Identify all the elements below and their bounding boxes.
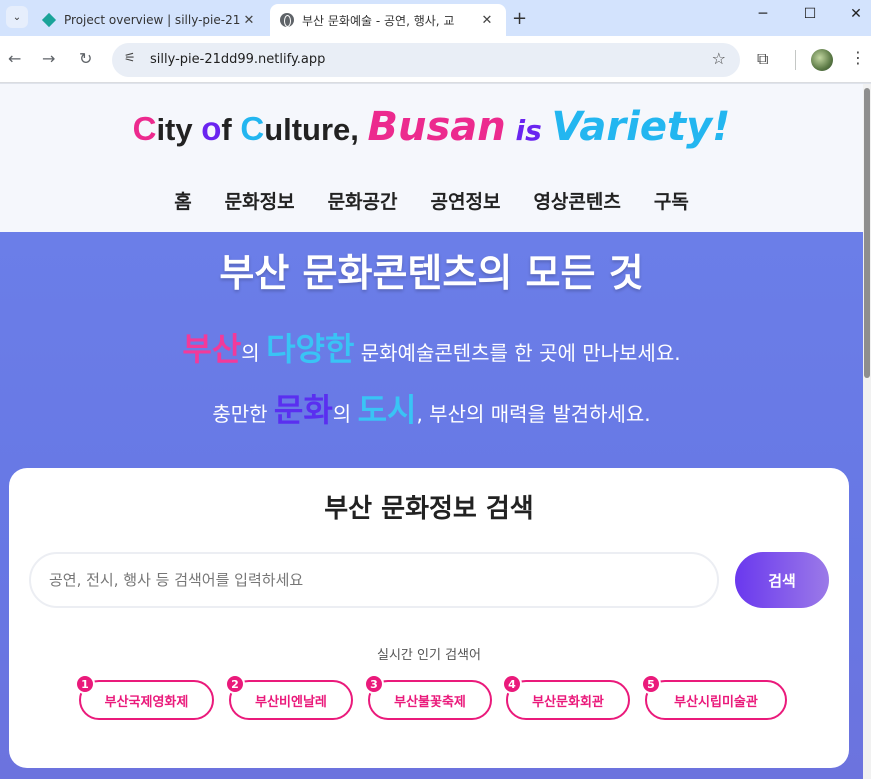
- highlight-word: 부산: [182, 330, 242, 368]
- search-card: 부산 문화정보 검색 검색 실시간 인기 검색어 1 부산국제영화제 2 부산비…: [9, 468, 849, 768]
- reload-icon[interactable]: ↻: [79, 49, 92, 68]
- forward-arrow-icon[interactable]: →: [42, 49, 55, 68]
- hero-title: 부산 문화콘텐츠의 모든 것: [219, 251, 644, 295]
- scrollbar-thumb[interactable]: [864, 88, 870, 378]
- logo-letter: C: [240, 110, 265, 147]
- tagline-text: 의: [241, 341, 267, 365]
- new-tab-button[interactable]: +: [512, 8, 527, 29]
- site-header: City of Culture, Busan is Variety! 홈 문화정…: [0, 84, 863, 232]
- nav-culture-info[interactable]: 문화정보: [225, 187, 295, 214]
- popular-searches-label: 실시간 인기 검색어: [377, 648, 481, 663]
- rank-badge: 4: [502, 674, 522, 694]
- minimize-button[interactable]: ─: [743, 6, 783, 22]
- rank-badge: 3: [364, 674, 384, 694]
- hero-tagline-1: 부산의 다양한 문화예술콘텐츠를 한 곳에 만나보세요.: [0, 324, 863, 370]
- tag-label: 부산문화회관: [532, 694, 604, 710]
- logo-letter: o: [201, 110, 222, 147]
- tagline-text: 의: [332, 402, 358, 426]
- search-title: 부산 문화정보 검색: [324, 494, 534, 524]
- tagline-text: 충만한: [212, 402, 274, 426]
- popular-tag-4[interactable]: 4 부산문화회관: [502, 674, 630, 720]
- tag-label: 부산시립미술관: [674, 694, 758, 710]
- rank-badge: 1: [75, 674, 95, 694]
- globe-favicon-icon: [280, 13, 294, 27]
- browser-toolbar: ← → ↻ ⚟ silly-pie-21dd99.netlify.app ☆ ⧉…: [0, 36, 871, 83]
- browser-menu-icon[interactable]: ⋮: [850, 48, 866, 67]
- close-window-button[interactable]: ✕: [836, 6, 871, 22]
- toolbar-divider: [795, 50, 796, 70]
- bookmark-star-icon[interactable]: ☆: [712, 49, 726, 68]
- nav-home[interactable]: 홈: [174, 187, 191, 214]
- popular-tag-2[interactable]: 2 부산비엔날레: [225, 674, 353, 720]
- logo-busan: Busan: [367, 104, 506, 150]
- logo-letter: C: [132, 110, 157, 147]
- back-arrow-icon[interactable]: ←: [8, 49, 21, 68]
- page-viewport: City of Culture, Busan is Variety! 홈 문화정…: [0, 84, 871, 779]
- popular-tag-1[interactable]: 1 부산국제영화제: [75, 674, 214, 720]
- tab-close-icon[interactable]: ✕: [240, 13, 258, 28]
- hero-tagline-2: 충만한 문화의 도시, 부산의 매력을 발견하세요.: [0, 385, 863, 431]
- address-bar[interactable]: ⚟ silly-pie-21dd99.netlify.app ☆: [112, 43, 740, 77]
- logo-word: ity: [156, 112, 202, 147]
- main-nav: 홈 문화정보 문화공간 공연정보 영상콘텐츠 구독: [0, 187, 863, 214]
- logo-variety: Variety!: [551, 104, 731, 150]
- logo-word: ulture,: [264, 112, 368, 147]
- nav-culture-space[interactable]: 문화공간: [328, 187, 398, 214]
- tab-strip: ⌄ Project overview | silly-pie-21d ✕ 부산 …: [0, 0, 871, 36]
- site-info-icon[interactable]: ⚟: [124, 51, 136, 66]
- nav-subscribe[interactable]: 구독: [654, 187, 689, 214]
- tab-search-button[interactable]: ⌄: [6, 6, 28, 28]
- profile-avatar[interactable]: [811, 49, 833, 71]
- search-button[interactable]: 검색: [735, 552, 829, 608]
- rank-badge: 5: [641, 674, 661, 694]
- nav-video-content[interactable]: 영상콘텐츠: [533, 187, 620, 214]
- tab-project-overview[interactable]: Project overview | silly-pie-21d ✕: [32, 4, 268, 36]
- netlify-favicon-icon: [41, 12, 57, 28]
- logo-word: f: [221, 112, 241, 147]
- hero-section: 부산 문화콘텐츠의 모든 것 부산의 다양한 문화예술콘텐츠를 한 곳에 만나보…: [0, 232, 863, 779]
- rank-badge: 2: [225, 674, 245, 694]
- url-text[interactable]: silly-pie-21dd99.netlify.app: [150, 52, 325, 67]
- tag-label: 부산불꽃축제: [394, 694, 466, 710]
- search-input[interactable]: [29, 552, 719, 608]
- logo-is: is: [505, 114, 552, 147]
- tab-title: Project overview | silly-pie-21d: [64, 13, 240, 27]
- page-scrollbar[interactable]: [863, 84, 871, 779]
- highlight-word: 다양한: [266, 330, 355, 368]
- site-logo[interactable]: City of Culture, Busan is Variety!: [0, 104, 863, 150]
- popular-tag-5[interactable]: 5 부산시립미술관: [641, 674, 787, 720]
- tag-label: 부산국제영화제: [104, 694, 189, 710]
- highlight-word: 도시: [357, 391, 417, 429]
- nav-performance[interactable]: 공연정보: [431, 187, 501, 214]
- tab-title: 부산 문화예술 - 공연, 행사, 교: [302, 13, 455, 28]
- extensions-puzzle-icon[interactable]: ⧉: [757, 49, 768, 69]
- tagline-text: , 부산의 매력을 발견하세요.: [416, 402, 651, 426]
- highlight-word: 문화: [273, 391, 333, 429]
- tab-busan-culture[interactable]: 부산 문화예술 - 공연, 행사, 교 ✕: [270, 4, 506, 36]
- tab-close-icon[interactable]: ✕: [478, 13, 496, 28]
- tagline-text: 문화예술콘텐츠를 한 곳에 만나보세요.: [354, 341, 681, 365]
- popular-search-tags: 1 부산국제영화제 2 부산비엔날레 3 부산불꽃축제 4 부산문화회관 5 부…: [75, 674, 799, 724]
- maximize-button[interactable]: ☐: [790, 6, 830, 22]
- tag-label: 부산비엔날레: [255, 694, 327, 710]
- popular-tag-3[interactable]: 3 부산불꽃축제: [364, 674, 492, 720]
